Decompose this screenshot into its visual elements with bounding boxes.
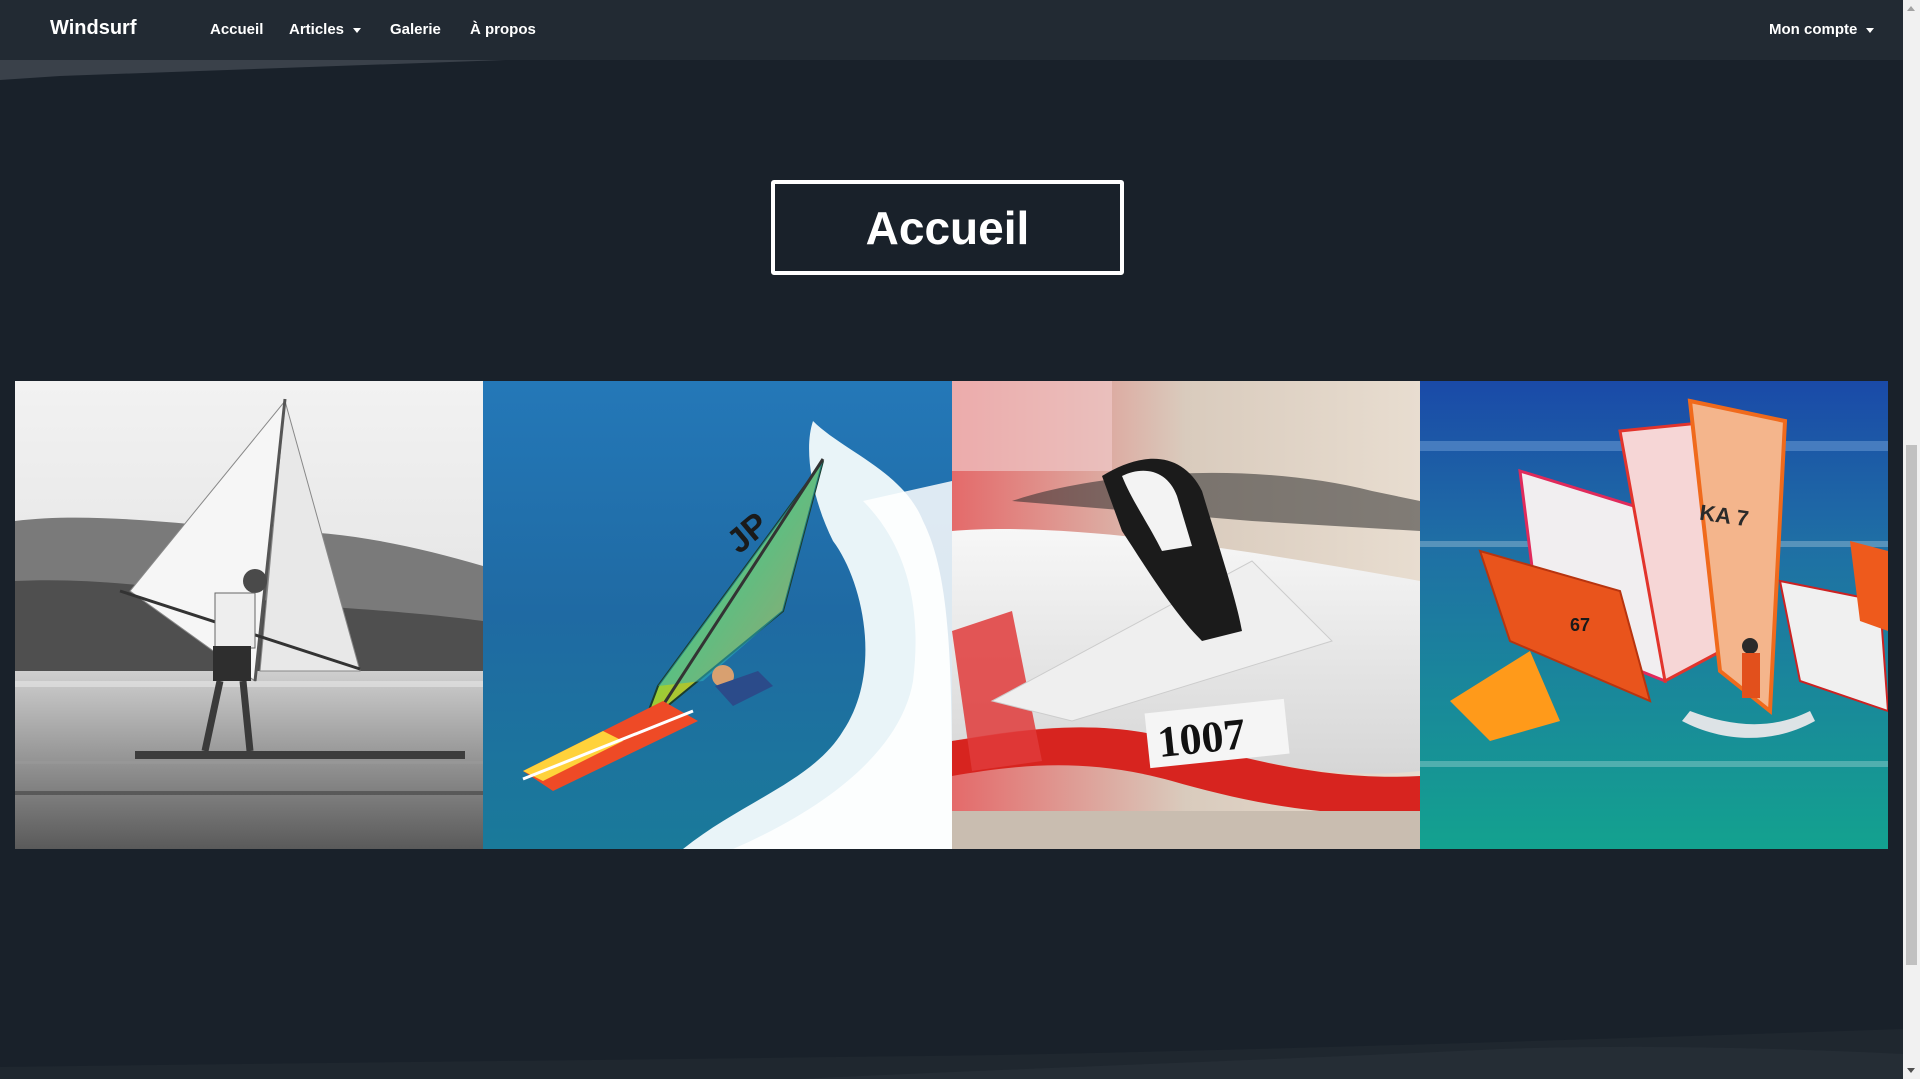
scroll-up-arrow-icon[interactable] <box>1907 6 1915 11</box>
nav-link-a-propos[interactable]: À propos <box>470 21 536 38</box>
scrollbar-thumb[interactable] <box>1906 445 1917 965</box>
gallery-image-race[interactable]: KA 7 67 <box>1420 381 1888 849</box>
gallery-image-vintage-windsurfer[interactable] <box>15 381 483 849</box>
nav-link-galerie[interactable]: Galerie <box>390 21 441 38</box>
page: Windsurf Accueil Articles Galerie À prop… <box>0 0 1903 1079</box>
board-footstrap-image: 1007 <box>952 381 1420 849</box>
image-gallery: JP 1007 KA 7 67 <box>15 381 1888 849</box>
page-scrollbar[interactable] <box>1903 0 1920 1079</box>
caret-down-icon <box>1866 27 1875 33</box>
top-navbar: Windsurf Accueil Articles Galerie À prop… <box>0 0 1903 60</box>
gallery-image-footstrap[interactable]: 1007 <box>952 381 1420 849</box>
footer-wave-decoration <box>0 1029 1903 1079</box>
jp-windsurf-wave-image: JP <box>483 381 952 849</box>
account-menu[interactable]: Mon compte <box>1769 21 1875 38</box>
page-title: Accueil <box>865 201 1030 254</box>
nav-link-label: À propos <box>470 21 536 38</box>
vintage-windsurfer-image <box>15 381 483 849</box>
nav-link-label: Accueil <box>210 21 264 38</box>
nav-link-label: Articles <box>289 21 345 38</box>
navbar-wedge-decoration <box>0 58 1903 80</box>
svg-text:1007: 1007 <box>1155 709 1248 767</box>
svg-text:67: 67 <box>1570 615 1590 635</box>
windsurf-race-image: KA 7 67 <box>1420 381 1888 849</box>
nav-link-label: Galerie <box>390 21 441 38</box>
account-menu-label: Mon compte <box>1769 21 1858 38</box>
caret-down-icon <box>353 27 362 33</box>
nav-link-articles[interactable]: Articles <box>289 21 362 38</box>
scroll-down-arrow-icon[interactable] <box>1907 1068 1915 1073</box>
brand-logo-link[interactable]: Windsurf <box>50 17 136 40</box>
page-title-box: Accueil <box>771 180 1124 275</box>
nav-link-accueil[interactable]: Accueil <box>210 21 263 38</box>
gallery-image-jp-wave[interactable]: JP <box>483 381 952 849</box>
